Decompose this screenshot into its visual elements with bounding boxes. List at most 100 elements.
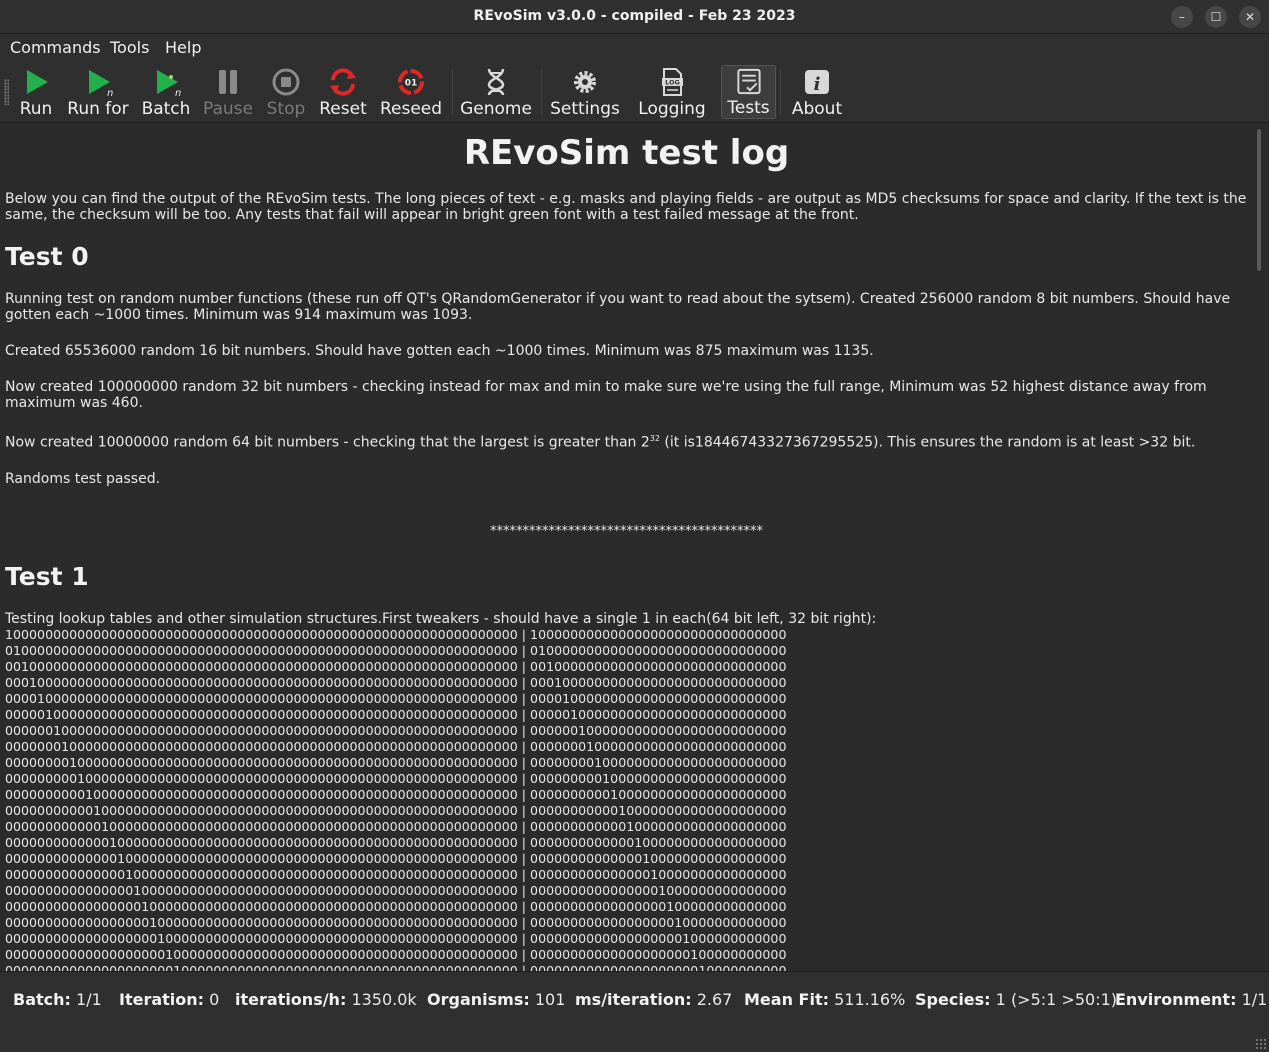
status-mean-fit-value: 511.16% [834,990,906,1009]
batch-button[interactable]: n Batch [140,63,192,119]
test-0-heading: Test 0 [5,242,89,271]
log-title: REvoSim test log [463,133,790,173]
test-0-p4-text: (it is18446743327367295525). This ensure… [659,434,1196,451]
tests-label: Tests [727,98,770,118]
play-n-icon: n [89,70,113,97]
status-iph-value: 1350.0k [351,990,417,1009]
batch-icon-text: n [175,88,181,97]
reset-label: Reset [319,99,367,119]
reset-button[interactable]: Reset [318,63,368,119]
status-iteration-label: Iteration: [119,990,205,1009]
pause-button[interactable]: Pause [201,63,255,119]
status-organisms: Organisms: 101 [427,990,565,1009]
reseed-button[interactable]: 01 Reseed [380,63,442,119]
run-label: Run [19,99,53,119]
log-intro: Below you can find the output of the REv… [5,191,1247,223]
toolbar: Run n Run for n Batch Pause Stop Reset 0… [0,61,1269,123]
toolbar-separator [452,69,453,115]
status-species-label: Species: [915,990,991,1009]
tweaker-row: 0000001000000000000000000000000000000000… [5,722,787,738]
tweaker-row: 0000100000000000000000000000000000000000… [5,690,787,706]
settings-label: Settings [550,99,620,119]
run-for-button[interactable]: n Run for [66,63,130,119]
maximize-button[interactable]: ☐ [1205,6,1227,28]
test-0-p4-superscript: 32 [649,434,660,443]
status-mean-fit: Mean Fit: 511.16% [744,990,905,1009]
test-0-paragraph: Now created 100000000 random 32 bit numb… [5,379,1207,411]
status-batch-label: Batch: [13,990,71,1009]
status-ms-label: ms/iteration: [575,990,692,1009]
status-batch: Batch: 1/1 [13,990,102,1009]
info-icon: i [805,70,829,95]
minimize-button[interactable]: – [1171,6,1193,28]
status-species: Species: 1 (>5:1 >50:1) [915,990,1117,1009]
status-species-value: 1 (>5:1 >50:1) [995,990,1117,1009]
dna-icon [487,68,505,96]
run-for-label: Run for [67,99,129,119]
toolbar-grip-handle[interactable] [4,79,9,105]
tweaker-row: 0000000000000000100000000000000000000000… [5,882,787,898]
status-ms-iteration: ms/iteration: 2.67 [575,990,732,1009]
title-bar: REvoSim v3.0.0 - compiled - Feb 23 2023 … [0,0,1269,34]
about-button[interactable]: i About [790,63,844,119]
stop-label: Stop [266,99,306,119]
test-log-view[interactable]: REvoSim test log Below you can find the … [0,123,1253,971]
status-iph-label: iterations/h: [235,990,347,1009]
tweaker-row: 0000000000000001000000000000000000000000… [5,866,787,882]
tweaker-row: 1000000000000000000000000000000000000000… [5,626,787,642]
tweaker-row: 0000000100000000000000000000000000000000… [5,738,787,754]
tweaker-row: 0000000000100000000000000000000000000000… [5,786,787,802]
gear-icon [574,71,596,93]
reseed-label: Reseed [379,99,443,119]
menu-commands[interactable]: Commands [10,37,101,58]
settings-button[interactable]: Settings [550,63,620,119]
tweakers-output: 1000000000000000000000000000000000000000… [5,627,1248,971]
menu-tools[interactable]: Tools [110,37,149,58]
toolbar-separator [780,69,781,115]
run-button[interactable]: Run [17,63,55,119]
menu-help[interactable]: Help [165,37,201,58]
tweaker-row: 0100000000000000000000000000000000000000… [5,642,787,658]
reseed-icon-text: 01 [405,79,418,89]
test-0-p4-text: Now created 10000000 random 64 bit numbe… [5,434,650,451]
status-bar: Batch: 1/1 Iteration: 0 iterations/h: 13… [0,971,1269,1052]
vertical-scrollbar[interactable] [1253,123,1269,971]
tweaker-row: 0000000001000000000000000000000000000000… [5,770,787,786]
status-environment: Environment: 1/1 [1115,990,1267,1009]
tweaker-row: 0000000000000000000010000000000000000000… [5,946,787,962]
status-iterations-per-hour: iterations/h: 1350.0k [235,990,417,1009]
logging-label: Logging [638,99,706,119]
genome-label: Genome [460,99,532,119]
menu-bar: Commands Tools Help [0,34,1269,61]
genome-button[interactable]: Genome [460,63,532,119]
section-separator: ****************************************… [490,523,763,539]
tweaker-row: 0000000000000100000000000000000000000000… [5,834,787,850]
status-ms-value: 2.67 [696,990,733,1009]
window-resize-grip[interactable] [1255,1038,1267,1050]
scrollbar-thumb[interactable] [1257,129,1261,271]
tweaker-row: 0000010000000000000000000000000000000000… [5,706,787,722]
tweaker-row: 0000000010000000000000000000000000000000… [5,754,787,770]
status-environment-value: 1/1 [1241,990,1268,1009]
tweaker-row: 0000000000000000001000000000000000000000… [5,914,787,930]
batch-label: Batch [141,99,191,119]
tweaker-row: 0001000000000000000000000000000000000000… [5,674,787,690]
close-button[interactable]: ✕ [1239,6,1261,28]
logging-button[interactable]: LOG Logging [637,63,707,119]
stop-button[interactable]: Stop [264,63,308,119]
status-batch-value: 1/1 [76,990,102,1009]
status-iteration: Iteration: 0 [119,990,219,1009]
tweaker-row: 0000000000000000010000000000000000000000… [5,898,787,914]
status-iteration-value: 0 [209,990,220,1009]
tweaker-row: 0000000000001000000000000000000000000000… [5,818,787,834]
batch-play-icon: n [157,70,181,97]
tweaker-row: 0000000000000010000000000000000000000000… [5,850,787,866]
test-0-paragraph: Now created 10000000 random 64 bit numbe… [5,431,1248,451]
test-0-paragraph: Created 65536000 random 16 bit numbers. … [5,343,874,359]
window-title: REvoSim v3.0.0 - compiled - Feb 23 2023 [473,8,796,24]
pause-label: Pause [203,99,253,119]
status-organisms-value: 101 [534,990,566,1009]
tests-button[interactable]: Tests [721,65,776,119]
reset-icon [330,68,356,96]
logging-icon-text: LOG [665,79,680,87]
